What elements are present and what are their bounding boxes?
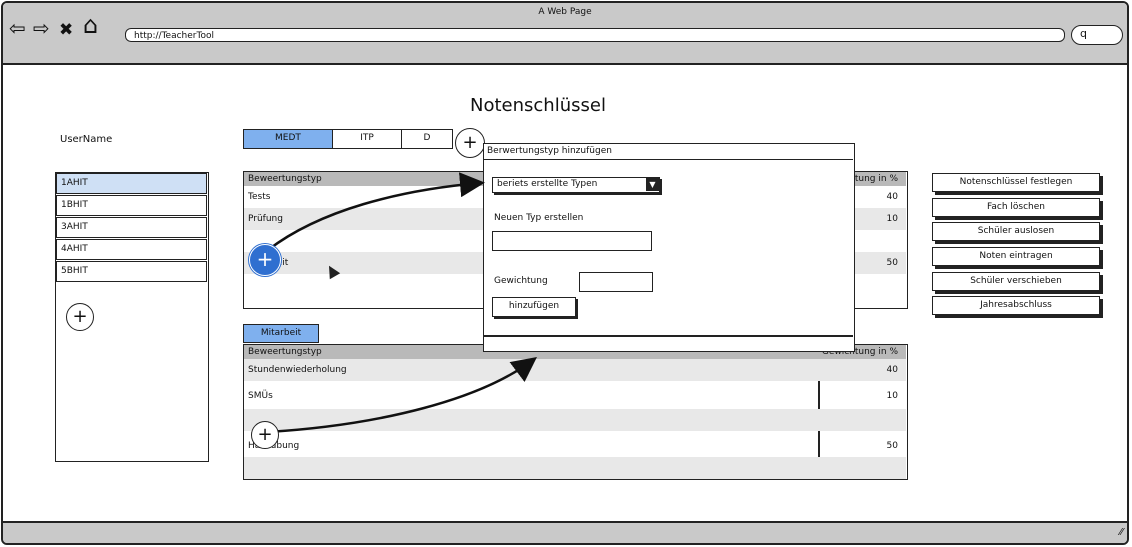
add-class-button[interactable]: + [66,303,94,331]
class-item-5bhit[interactable]: 5BHIT [56,261,207,282]
url-bar[interactable]: http://TeacherTool [125,28,1065,42]
tab-itp[interactable]: ITP [332,129,402,149]
enter-grades-button[interactable]: Noten eintragen [932,247,1100,266]
new-type-input[interactable] [492,231,652,251]
row-weight: 10 [886,391,898,401]
forward-arrow-icon[interactable]: ⇨ [33,18,50,38]
status-bar: ⁄⁄ [3,521,1127,543]
back-arrow-icon[interactable]: ⇦ [9,18,26,38]
add-type-button[interactable]: + [249,244,281,276]
home-icon[interactable]: ⌂ [83,13,98,37]
resize-handle-icon[interactable]: ⁄⁄ [1120,527,1123,538]
search-box[interactable]: q [1071,25,1123,45]
weight-label: Gewichtung [494,276,548,286]
row-type: Stundenwiederholung [248,365,347,375]
move-students-button[interactable]: Schüler verschieben [932,272,1100,291]
add-subtype-button[interactable]: + [251,421,279,449]
mitarbeit-table: Beweertungstyp Gewichtung in % Stundenwi… [243,344,908,480]
row-weight: 40 [886,192,898,202]
dialog-title: Berwertungstyp hinzufügen [484,144,853,160]
table-row[interactable]: SMÜs 10 [244,385,906,407]
dropdown-arrow-icon[interactable]: ▼ [646,178,659,191]
table-row[interactable]: Hausübung 50 [244,435,906,457]
class-item-3ahit[interactable]: 3AHIT [56,217,207,238]
header-type: Beweertungstyp [248,347,322,357]
row-type: SMÜs [248,391,273,401]
row-type: Prüfung [248,214,283,224]
class-list: 1AHIT 1BHIT 3AHIT 4AHIT 5BHIT + [55,172,209,462]
new-type-label: Neuen Typ erstellen [494,213,584,223]
add-button[interactable]: hinzufügen [492,297,576,317]
existing-types-select[interactable]: beriets erstellte Typen ▼ [492,177,660,193]
add-subject-button[interactable]: + [455,128,485,158]
class-item-4ahit[interactable]: 4AHIT [56,239,207,260]
search-icon: q [1080,27,1087,40]
page-title: Notenschlüssel [470,95,606,116]
tab-mitarbeit[interactable]: Mitarbeit [243,324,319,343]
draw-students-button[interactable]: Schüler auslosen [932,222,1100,241]
row-weight: 50 [886,258,898,268]
browser-titlebar: A Web Page ⇦ ⇨ ✖ ⌂ http://TeacherTool q [3,3,1127,65]
header-type: Beweertungstyp [248,174,322,184]
table-row[interactable] [244,409,906,431]
row-weight: 10 [886,214,898,224]
add-grading-type-dialog: Berwertungstyp hinzufügen beriets erstel… [483,143,855,352]
class-item-1bhit[interactable]: 1BHIT [56,195,207,216]
class-item-1ahit[interactable]: 1AHIT [56,173,207,194]
weight-input[interactable] [579,272,653,292]
row-weight: 40 [886,365,898,375]
tab-d[interactable]: D [401,129,453,149]
select-value: beriets erstellte Typen [497,179,598,189]
username-label: UserName [60,134,113,145]
row-type: Tests [248,192,271,202]
table-row[interactable]: Stundenwiederholung 40 [244,359,906,381]
set-grading-key-button[interactable]: Notenschlüssel festlegen [932,173,1100,192]
year-end-button[interactable]: Jahresabschluss [932,296,1100,315]
row-weight: 50 [886,441,898,451]
dialog-divider [484,335,853,337]
tab-medt[interactable]: MEDT [243,129,333,149]
stop-icon[interactable]: ✖ [59,20,73,40]
window-title: A Web Page [538,7,592,17]
table-row[interactable] [244,457,906,479]
delete-subject-button[interactable]: Fach löschen [932,198,1100,217]
